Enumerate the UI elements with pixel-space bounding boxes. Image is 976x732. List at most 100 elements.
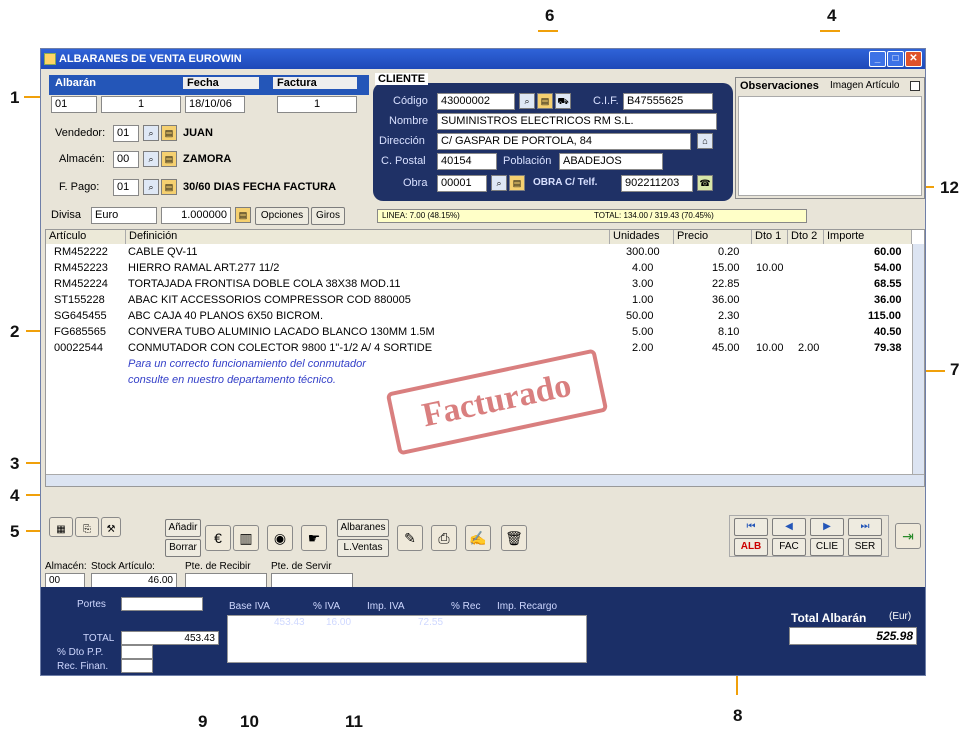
cell-importe: 60.00 <box>874 246 902 258</box>
previous-record-button[interactable]: ◀ <box>772 518 806 536</box>
folder-icon[interactable]: ▤ <box>161 151 177 167</box>
camera-icon[interactable]: ◉ <box>267 525 293 551</box>
table-row[interactable]: 00022544 CONMUTADOR CON COLECTOR 9800 1"-… <box>54 342 914 357</box>
folder-icon[interactable]: ▤ <box>161 179 177 195</box>
almacen-code-field[interactable]: 00 <box>113 151 139 168</box>
albaranes-button[interactable]: Albaranes <box>337 519 389 537</box>
col-unidades[interactable]: Unidades <box>610 230 674 244</box>
col-definicion[interactable]: Definición <box>126 230 610 244</box>
phone-icon[interactable]: ☎ <box>697 175 713 191</box>
serie-select[interactable]: 01 <box>51 96 97 113</box>
fecha-header-label: Fecha <box>183 77 259 89</box>
horizontal-scrollbar[interactable] <box>46 474 924 486</box>
col-precio[interactable]: Precio <box>674 230 752 244</box>
tools-icon[interactable]: ⚒ <box>101 517 121 537</box>
portes-field[interactable] <box>121 597 203 611</box>
first-record-button[interactable]: ⏮ <box>734 518 768 536</box>
callout-5: 5 <box>10 522 20 541</box>
trash-icon[interactable]: 🗑 <box>501 525 527 551</box>
stock-almacen-label: Almacén: <box>45 561 87 572</box>
poblacion-field[interactable]: ABADEJOS <box>559 153 663 170</box>
table-row[interactable]: ST155228 ABAC KIT ACCESSORIOS COMPRESSOR … <box>54 294 914 309</box>
note-text: consulte en nuestro departamento técnico… <box>128 374 336 386</box>
callout-7: 7 <box>950 360 960 379</box>
col-dto2[interactable]: Dto 2 <box>788 230 824 244</box>
books-icon[interactable]: ▥ <box>233 525 259 551</box>
lventas-button[interactable]: L.Ventas <box>337 539 389 557</box>
callout-1: 1 <box>10 88 20 107</box>
minimize-button[interactable]: _ <box>869 51 886 67</box>
cambio-field[interactable]: 1.000000 <box>161 207 231 224</box>
cell-unidades: 5.00 <box>632 326 654 338</box>
vendedor-code-field[interactable]: 01 <box>113 125 139 142</box>
binoculars-icon[interactable]: ⌕ <box>491 175 507 191</box>
factura-field[interactable]: 1 <box>277 96 357 113</box>
rec-finan-field[interactable] <box>121 659 153 673</box>
pencil-icon[interactable]: ✎ <box>397 525 423 551</box>
imagen-articulo-checkbox[interactable] <box>910 81 920 91</box>
direccion-field[interactable]: C/ GASPAR DE PORTOLA, 84 <box>437 133 691 150</box>
total-label: TOTAL <box>83 633 115 644</box>
binoculars-icon[interactable]: ⌕ <box>519 93 535 109</box>
table-row[interactable]: FG685565 CONVERA TUBO ALUMINIO LACADO BLA… <box>54 326 914 341</box>
folder-icon[interactable]: ▤ <box>509 175 525 191</box>
table-row[interactable]: RM452224 TORTAJADA FRONTISA DOBLE COLA 38… <box>54 278 914 293</box>
anadir-button[interactable]: Añadir <box>165 519 201 537</box>
obra-name: OBRA C/ Telf. <box>533 177 598 188</box>
cell-definicion: HIERRO RAMAL ART.277 11/2 <box>128 262 280 274</box>
euro-icon[interactable]: € <box>205 525 231 551</box>
obra-field[interactable]: 00001 <box>437 175 487 192</box>
exit-icon[interactable]: ⇥ <box>895 523 921 549</box>
postal-field[interactable]: 40154 <box>437 153 497 170</box>
alb-button[interactable]: ALB <box>734 538 768 556</box>
callout-4b-line <box>820 30 840 32</box>
printer-icon[interactable]: ⎙ <box>431 525 457 551</box>
truck-icon[interactable]: ⛟ <box>555 93 571 109</box>
pago-code-field[interactable]: 01 <box>113 179 139 196</box>
cif-field[interactable]: B47555625 <box>623 93 713 110</box>
folder-icon[interactable]: ▤ <box>537 93 553 109</box>
ser-button[interactable]: SER <box>848 538 882 556</box>
note-icon[interactable]: ✍ <box>465 525 491 551</box>
binoculars-icon[interactable]: ⌕ <box>143 179 159 195</box>
col-articulo[interactable]: Artículo <box>46 230 126 244</box>
borrar-button[interactable]: Borrar <box>165 539 201 557</box>
next-record-button[interactable]: ▶ <box>810 518 844 536</box>
observaciones-textarea[interactable] <box>738 96 922 196</box>
col-importe[interactable]: Importe <box>824 230 912 244</box>
close-button[interactable]: ✕ <box>905 51 922 67</box>
divisa-select[interactable]: Euro <box>91 207 157 224</box>
map-icon[interactable]: ⌂ <box>697 133 713 149</box>
albaran-number-field[interactable]: 1 <box>101 96 181 113</box>
giros-button[interactable]: Giros <box>311 207 345 225</box>
cif-label: C.I.F. <box>593 95 619 107</box>
codigo-label: Código <box>393 95 428 107</box>
table-row[interactable]: RM452222 CABLE QV-11 300.00 0.20 60.00 <box>54 246 914 261</box>
table-row[interactable]: RM452223 HIERRO RAMAL ART.277 11/2 4.00 15.… <box>54 262 914 277</box>
dto-pp-field[interactable] <box>121 645 153 659</box>
pago-name: 30/60 DIAS FECHA FACTURA <box>183 181 337 193</box>
fecha-field[interactable]: 18/10/06 <box>185 96 245 113</box>
opciones-button[interactable]: Opciones <box>255 207 309 225</box>
maximize-button[interactable]: □ <box>887 51 904 67</box>
binoculars-icon[interactable]: ⌕ <box>143 125 159 141</box>
pct-iva-value: 16.00 <box>326 617 352 628</box>
clie-button[interactable]: CLIE <box>810 538 844 556</box>
export-icon[interactable]: ⎘ <box>75 517 99 537</box>
nombre-field[interactable]: SUMINISTROS ELECTRICOS RM S.L. <box>437 113 717 130</box>
folder-icon[interactable]: ▤ <box>161 125 177 141</box>
binoculars-icon[interactable]: ⌕ <box>143 151 159 167</box>
hand-icon[interactable]: ☛ <box>301 525 327 551</box>
nombre-label: Nombre <box>389 115 429 127</box>
fac-button[interactable]: FAC <box>772 538 806 556</box>
col-dto1[interactable]: Dto 1 <box>752 230 788 244</box>
table-row[interactable]: SG645455 ABC CAJA 40 PLANOS 6X50 BICROM. 5… <box>54 310 914 325</box>
codigo-field[interactable]: 43000002 <box>437 93 515 110</box>
navigation-panel: ⏮ ◀ ▶ ⏭ ALB FAC CLIE SER <box>729 515 889 557</box>
last-record-button[interactable]: ⏭ <box>848 518 882 536</box>
callout-3: 3 <box>10 454 20 473</box>
telefono-field[interactable]: 902211203 <box>621 175 693 192</box>
vertical-scrollbar[interactable] <box>912 244 924 474</box>
folder-icon[interactable]: ▤ <box>235 207 251 223</box>
grid-icon[interactable]: ▦ <box>49 517 73 537</box>
